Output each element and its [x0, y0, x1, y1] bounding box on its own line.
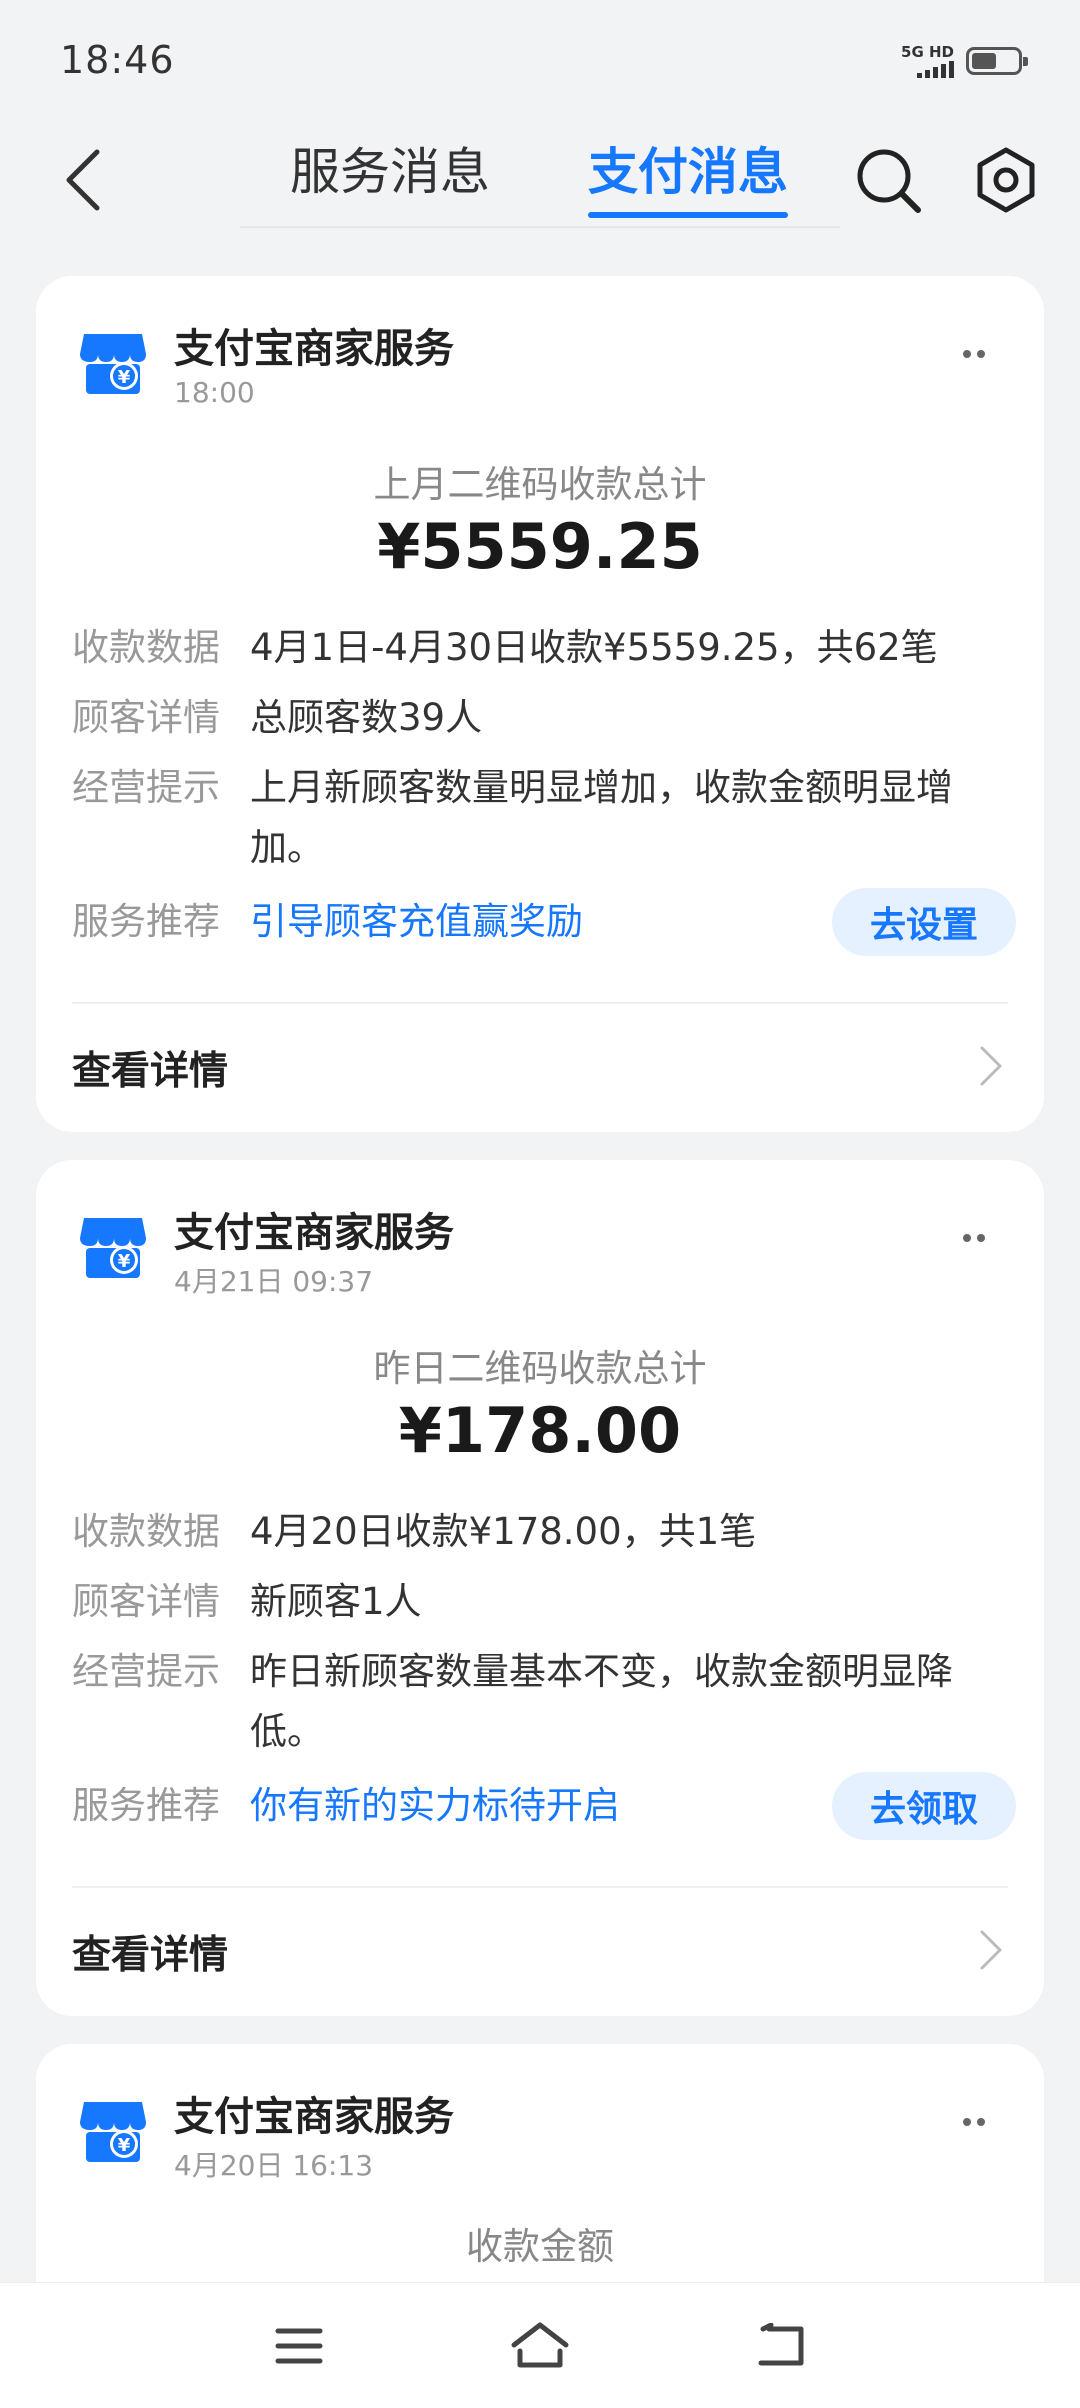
row-label: 服务推荐 [72, 900, 220, 943]
view-details-row[interactable]: 查看详情 [36, 1004, 1044, 1124]
info-row-service: 服务推荐 你有新的实力标待开启 [72, 1776, 832, 1836]
claim-button[interactable]: 去领取 [832, 1772, 1016, 1840]
row-value: 新顾客1人 [250, 1580, 422, 1623]
setup-button[interactable]: 去设置 [832, 888, 1016, 956]
card-header: ¥ 支付宝商家服务 18:00 [36, 276, 1044, 416]
store-icon: ¥ [80, 1218, 146, 1278]
row-value: 4月20日收款¥178.00，共1笔 [250, 1510, 757, 1553]
row-label: 收款数据 [72, 626, 220, 669]
menu-icon [275, 2328, 323, 2364]
return-icon [758, 2323, 804, 2366]
system-nav-bar [0, 2282, 1080, 2408]
home-button[interactable] [485, 2303, 595, 2389]
home-icon [511, 2322, 569, 2368]
more-dots-icon [963, 1234, 971, 1242]
row-label: 经营提示 [72, 766, 220, 809]
card-header: ¥ 支付宝商家服务 4月21日 09:37 [36, 1160, 1044, 1300]
info-row-service: 服务推荐 引导顾客充值赢奖励 [72, 892, 832, 952]
row-value: 总顾客数39人 [250, 696, 483, 739]
view-details-label: 查看详情 [72, 1049, 229, 1094]
back-button[interactable] [48, 140, 118, 220]
more-button[interactable] [944, 1218, 1004, 1258]
message-time: 18:00 [174, 376, 255, 409]
tab-bar-divider [240, 226, 840, 228]
more-dots-icon [963, 2118, 971, 2126]
signal-icon [917, 60, 954, 78]
tab-payment-messages[interactable]: 支付消息 [588, 132, 788, 232]
svg-text:¥: ¥ [118, 367, 131, 388]
message-card: ¥ 支付宝商家服务 4月21日 09:37 昨日二维码收款总计 ¥178.00 … [36, 1160, 1044, 2016]
info-row-tips: 经营提示 上月新顾客数量明显增加，收款金额明显增加。 [72, 758, 992, 878]
chevron-right-icon [980, 1046, 1002, 1086]
service-link[interactable]: 你有新的实力标待开启 [250, 1776, 832, 1836]
svg-text:¥: ¥ [118, 1251, 131, 1272]
info-row-tips: 经营提示 昨日新顾客数量基本不变，收款金额明显降低。 [72, 1642, 992, 1762]
message-time: 4月21日 09:37 [174, 1265, 374, 1298]
row-label: 顾客详情 [72, 1580, 220, 1623]
info-row-customers: 顾客详情 新顾客1人 [72, 1572, 1012, 1632]
card-header: ¥ 支付宝商家服务 4月20日 16:13 [36, 2044, 1044, 2184]
merchant-name: 支付宝商家服务 [174, 326, 454, 372]
chevron-right-icon [980, 1930, 1002, 1970]
view-details-label: 查看详情 [72, 1933, 229, 1978]
row-label: 收款数据 [72, 1510, 220, 1553]
store-icon: ¥ [80, 2102, 146, 2162]
gear-icon [977, 147, 1035, 213]
summary-amount: ¥178.00 [398, 1394, 682, 1467]
settings-button[interactable] [966, 140, 1046, 220]
summary-label: 昨日二维码收款总计 [373, 1347, 707, 1390]
svg-text:¥: ¥ [118, 2135, 131, 2156]
menu-button[interactable] [244, 2303, 354, 2389]
header: 服务消息 支付消息 [0, 120, 1080, 240]
status-time: 18:46 [60, 38, 175, 82]
view-details-row[interactable]: 查看详情 [36, 1888, 1044, 2008]
row-label: 服务推荐 [72, 1784, 220, 1827]
status-bar: 18:46 5G HD [0, 0, 1080, 120]
row-label: 经营提示 [72, 1650, 220, 1693]
row-value: 4月1日-4月30日收款¥5559.25，共62笔 [250, 626, 938, 669]
merchant-name: 支付宝商家服务 [174, 1210, 454, 1256]
more-dots-icon [963, 350, 971, 358]
message-card: ¥ 支付宝商家服务 18:00 上月二维码收款总计 ¥5559.25 收款数据 … [36, 276, 1044, 1132]
chevron-left-icon [66, 149, 100, 211]
more-button[interactable] [944, 2102, 1004, 2142]
tab-service-messages[interactable]: 服务消息 [290, 132, 490, 232]
merchant-name: 支付宝商家服务 [174, 2094, 454, 2140]
summary-label: 上月二维码收款总计 [373, 463, 707, 506]
row-value: 昨日新顾客数量基本不变，收款金额明显降低。 [250, 1650, 953, 1753]
info-row-customers: 顾客详情 总顾客数39人 [72, 688, 1012, 748]
tab-bar: 服务消息 支付消息 [240, 120, 840, 230]
row-value: 上月新顾客数量明显增加，收款金额明显增加。 [250, 766, 953, 869]
info-row-receipts: 收款数据 4月20日收款¥178.00，共1笔 [72, 1502, 1012, 1562]
battery-icon [966, 47, 1028, 75]
status-icons: 5G HD [901, 44, 1028, 78]
return-button[interactable] [726, 2303, 836, 2389]
row-label: 顾客详情 [72, 696, 220, 739]
network-indicator: 5G HD [901, 44, 954, 78]
store-icon: ¥ [80, 334, 146, 394]
search-button[interactable] [848, 140, 928, 220]
service-link[interactable]: 引导顾客充值赢奖励 [250, 892, 832, 952]
summary-amount: ¥5559.25 [377, 510, 703, 583]
message-time: 4月20日 16:13 [174, 2149, 374, 2182]
summary-label: 收款金额 [466, 2225, 614, 2268]
search-icon [857, 149, 921, 213]
network-label: 5G HD [901, 43, 954, 61]
info-row-receipts: 收款数据 4月1日-4月30日收款¥5559.25，共62笔 [72, 618, 1012, 678]
more-button[interactable] [944, 334, 1004, 374]
